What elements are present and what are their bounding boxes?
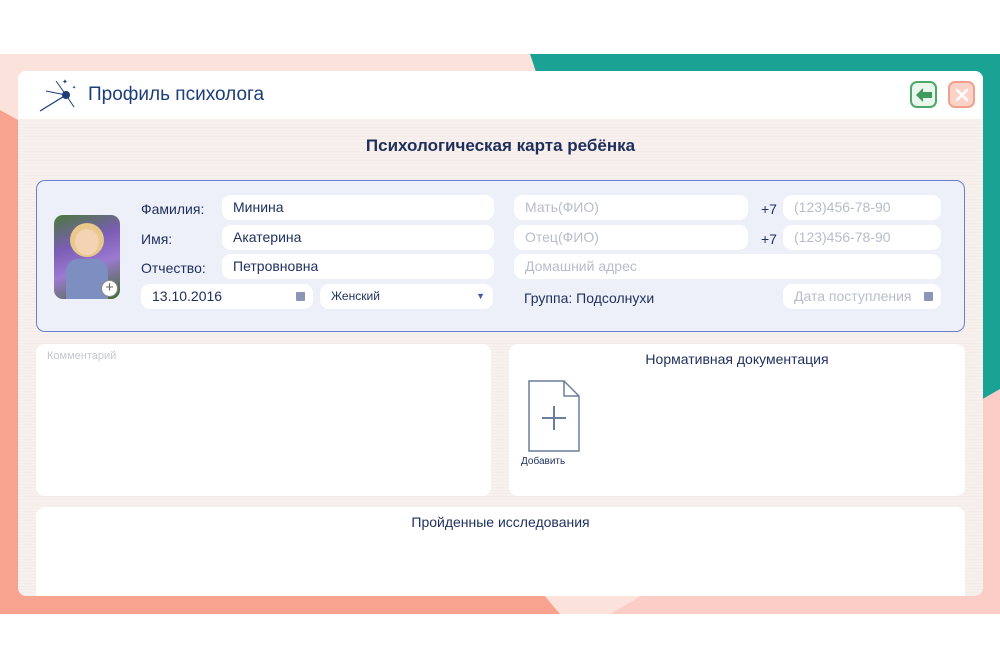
surname-label: Фамилия: bbox=[141, 201, 205, 217]
name-label: Имя: bbox=[141, 231, 173, 247]
documents-panel: Нормативная документация Добавить bbox=[509, 344, 965, 496]
back-button[interactable] bbox=[910, 81, 937, 108]
arrow-left-icon bbox=[915, 87, 932, 102]
research-panel: Пройденные исследования bbox=[36, 507, 965, 596]
surname-field[interactable]: Минина bbox=[222, 195, 494, 220]
chevron-down-icon: ▼ bbox=[476, 291, 485, 301]
svg-text:✦: ✦ bbox=[62, 78, 68, 86]
research-title: Пройденные исследования bbox=[411, 514, 590, 530]
father-field[interactable]: Отец(ФИО) bbox=[514, 225, 748, 250]
close-button[interactable] bbox=[948, 81, 975, 108]
admission-date-placeholder: Дата поступления bbox=[794, 288, 912, 304]
documents-title: Нормативная документация bbox=[645, 351, 829, 367]
name-field[interactable]: Акатерина bbox=[222, 225, 494, 250]
close-icon bbox=[955, 88, 968, 101]
child-photo[interactable]: + bbox=[54, 215, 120, 299]
group-label: Группа: Подсолнухи bbox=[524, 290, 655, 306]
birth-date-field[interactable]: 13.10.2016 bbox=[141, 284, 313, 309]
father-phone-field[interactable]: (123)456-78-90 bbox=[783, 225, 941, 250]
mother-field[interactable]: Мать(ФИО) bbox=[514, 195, 748, 220]
patronymic-label: Отчество: bbox=[141, 260, 206, 276]
add-document-label[interactable]: Добавить bbox=[521, 456, 565, 467]
admission-date-field[interactable]: Дата поступления bbox=[783, 284, 941, 309]
app-title: Профиль психолога bbox=[88, 84, 265, 105]
mother-phone-prefix: +7 bbox=[761, 201, 777, 217]
sputnik-logo-icon: ✦ ✦ bbox=[39, 78, 76, 112]
title-bar: ✦ ✦ Профиль психолога bbox=[18, 71, 983, 119]
photo-face bbox=[75, 229, 99, 255]
comment-placeholder: Комментарий bbox=[47, 350, 117, 362]
child-info-card: + Фамилия: Минина Имя: Акатерина Отчеств… bbox=[36, 180, 965, 332]
patronymic-field[interactable]: Петровновна bbox=[222, 254, 494, 279]
father-phone-prefix: +7 bbox=[761, 231, 777, 247]
address-field[interactable]: Домашний адрес bbox=[514, 254, 941, 279]
page-title: Психологическая карта ребёнка bbox=[365, 136, 636, 155]
calendar-icon[interactable] bbox=[296, 292, 305, 301]
comment-panel[interactable]: Комментарий bbox=[36, 344, 491, 496]
calendar-icon[interactable] bbox=[924, 292, 933, 301]
gender-value: Женский bbox=[331, 289, 380, 303]
app-window: ✦ ✦ Профиль психолога Психологическая ка… bbox=[18, 71, 983, 596]
plus-icon[interactable]: + bbox=[101, 280, 118, 297]
document-add-icon[interactable] bbox=[526, 378, 582, 454]
gender-select[interactable]: Женский ▼ bbox=[320, 284, 493, 309]
svg-text:✦: ✦ bbox=[72, 85, 76, 91]
birth-date-value: 13.10.2016 bbox=[152, 288, 223, 304]
mother-phone-field[interactable]: (123)456-78-90 bbox=[783, 195, 941, 220]
